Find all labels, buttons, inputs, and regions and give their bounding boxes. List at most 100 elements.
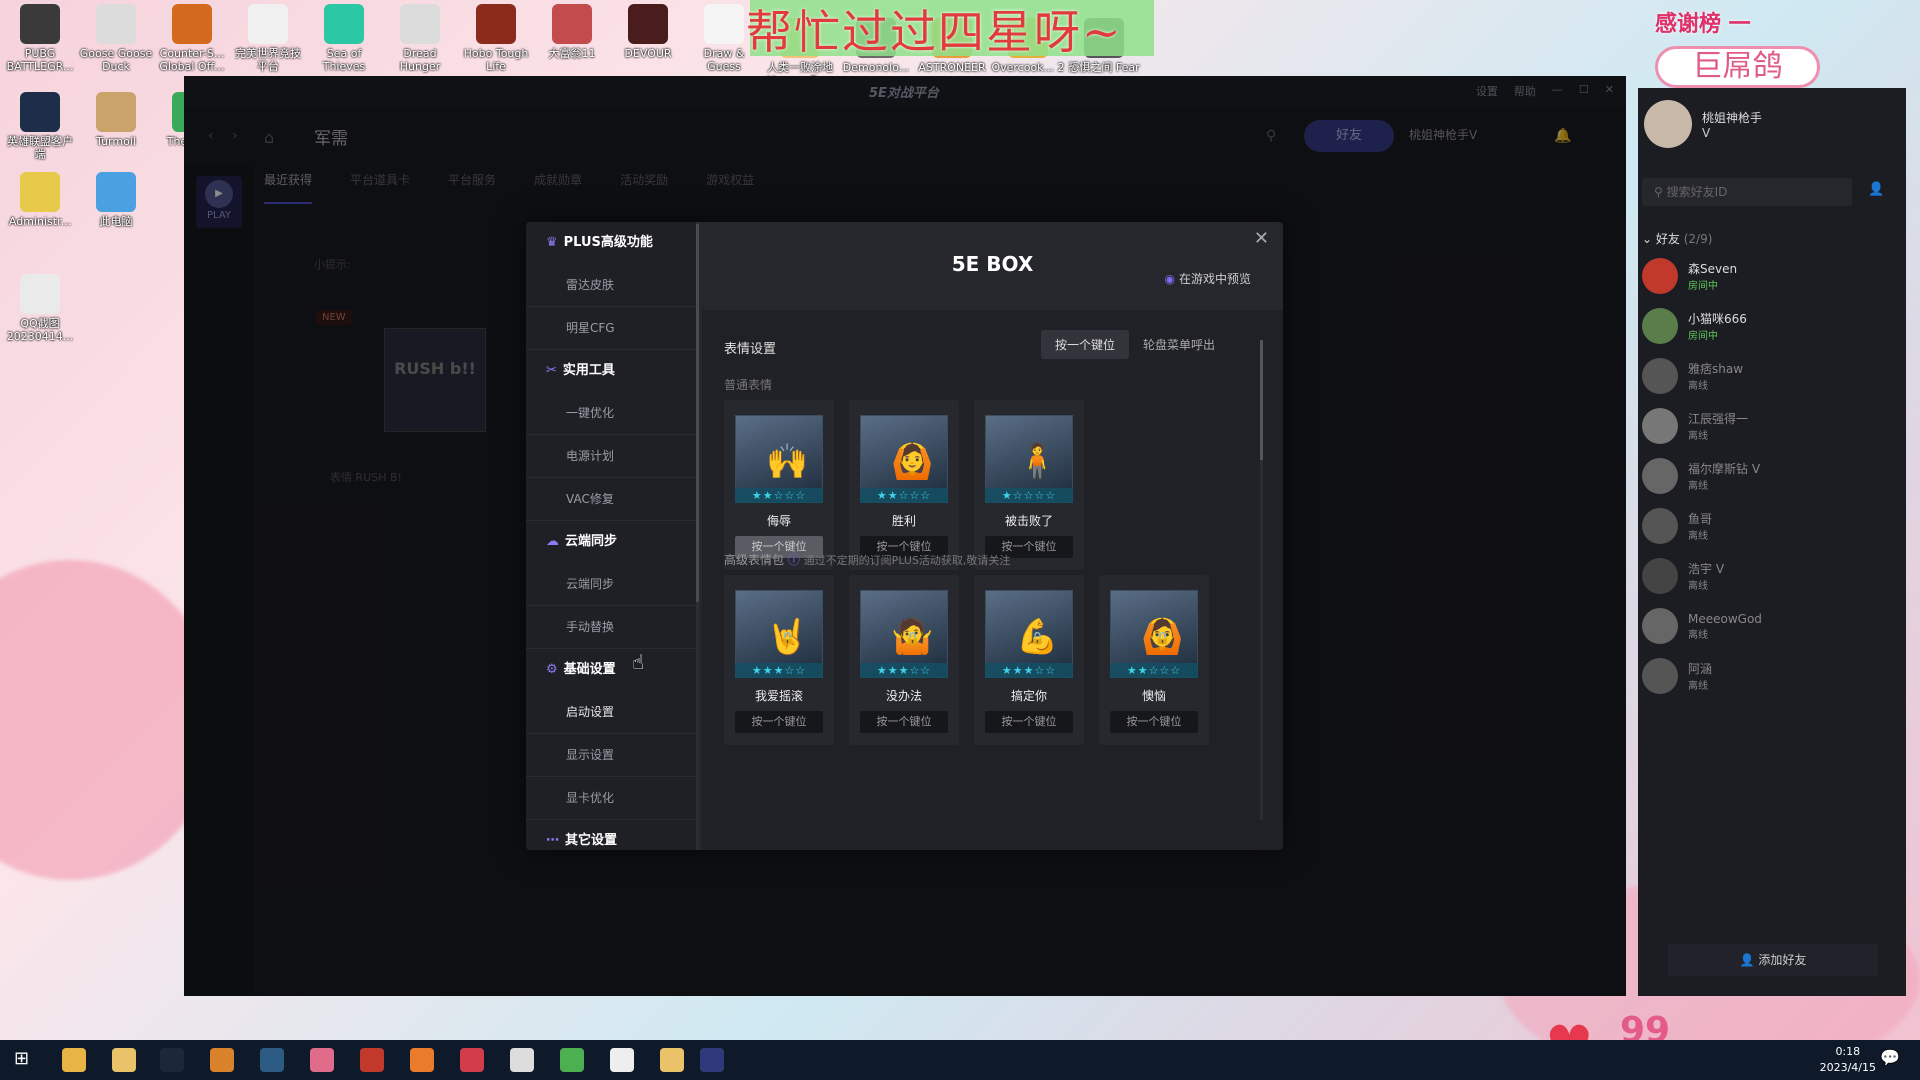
chrome-icon[interactable] bbox=[560, 1048, 584, 1072]
sidebar-item[interactable]: 电源计划 bbox=[526, 435, 698, 478]
app-icon[interactable] bbox=[410, 1048, 434, 1072]
desktop-icon[interactable]: DEVOUR bbox=[610, 0, 686, 60]
close-icon[interactable]: ✕ bbox=[1254, 228, 1269, 249]
bind-key-button[interactable]: 按一个键位 bbox=[1110, 711, 1198, 733]
desktop-icon[interactable]: Counter-S... Global Off... bbox=[154, 0, 230, 73]
premium-emotes-label: 高级表情包 ⓘ 通过不定期的订阅PLUS活动获取,敬请关注 bbox=[724, 551, 1010, 568]
friend-item[interactable]: 阿涵 离线 bbox=[1642, 658, 1712, 694]
friend-item[interactable]: 浩宇 V 离线 bbox=[1642, 558, 1724, 594]
friend-item[interactable]: 江辰强得一 离线 bbox=[1642, 408, 1748, 444]
emote-figure: 🙆 bbox=[891, 442, 934, 482]
file-explorer-icon[interactable] bbox=[62, 1048, 86, 1072]
sidebar-item[interactable]: 明星CFG bbox=[526, 307, 698, 350]
friend-item[interactable]: 福尔摩斯钻 V 离线 bbox=[1642, 458, 1760, 494]
mode-single-key[interactable]: 按一个键位 bbox=[1040, 330, 1129, 359]
sidebar-item[interactable]: 手动替换 bbox=[526, 606, 698, 649]
desktop-icon[interactable]: 大富翁11 bbox=[534, 0, 610, 60]
windows-start-icon[interactable]: ⊞ bbox=[14, 1048, 38, 1072]
shortcut-icon bbox=[400, 4, 440, 44]
shortcut-icon bbox=[324, 4, 364, 44]
app-icon[interactable] bbox=[210, 1048, 234, 1072]
sidebar-section: ✂ 实用工具 bbox=[526, 350, 698, 392]
friends-group[interactable]: ⌄ 好友 (2/9) bbox=[1642, 230, 1712, 247]
app-icon[interactable] bbox=[310, 1048, 334, 1072]
friend-item[interactable]: MeeeowGod 离线 bbox=[1642, 608, 1762, 644]
preview-button[interactable]: ◉ 在游戏中预览 bbox=[1165, 270, 1252, 287]
premium-title: 高级表情包 bbox=[724, 553, 785, 567]
app-icon[interactable] bbox=[112, 1048, 136, 1072]
notification-icon[interactable]: 💬 bbox=[1880, 1048, 1904, 1072]
sidebar-item[interactable]: 显卡优化 bbox=[526, 777, 698, 820]
sidebar-item[interactable]: 雷达皮肤 bbox=[526, 264, 698, 307]
mode-wheel-menu[interactable]: 轮盘菜单呼出 bbox=[1129, 330, 1229, 359]
emote-name: 胜利 bbox=[891, 514, 916, 528]
steam-icon[interactable] bbox=[160, 1048, 184, 1072]
5e-icon[interactable] bbox=[700, 1048, 724, 1072]
friend-name: 浩宇 V bbox=[1688, 562, 1725, 576]
emote-name: 没办法 bbox=[885, 689, 922, 703]
tools-icon: ✂ bbox=[546, 363, 557, 378]
desktop-icon[interactable]: Goose Goose Duck bbox=[78, 0, 154, 73]
app-icon[interactable] bbox=[660, 1048, 684, 1072]
my-profile[interactable]: 桃姐神枪手 V bbox=[1644, 100, 1762, 148]
emote-card[interactable]: 🧍 ★☆☆☆☆ 被击败了 按一个键位 bbox=[974, 400, 1084, 570]
desktop-icon[interactable]: Dread Hunger bbox=[382, 0, 458, 73]
avatar bbox=[1642, 258, 1678, 294]
emote-card[interactable]: 💪 🔒 ★★★☆☆ 搞定你 按一个键位 bbox=[974, 575, 1084, 745]
sidebar-scrollbar[interactable] bbox=[696, 224, 699, 602]
group-label: 好友 bbox=[1655, 232, 1680, 246]
shortcut-icon bbox=[552, 4, 592, 44]
desktop-icon[interactable]: QQ截图 20230414... bbox=[2, 270, 78, 343]
app-icon[interactable] bbox=[610, 1048, 634, 1072]
sidebar-item[interactable]: VAC修复 bbox=[526, 478, 698, 521]
content-scrollbar[interactable] bbox=[1260, 340, 1263, 820]
desktop-icon[interactable]: Sea of Thieves bbox=[306, 0, 382, 73]
friends-panel: 桃姐神枪手 V ⚲ 搜索好友ID 👤 ⌄ 好友 (2/9) 森Seven 房间中小… bbox=[1638, 88, 1906, 996]
desktop-icon[interactable]: Hobo Tough Life bbox=[458, 0, 534, 73]
desktop-icon[interactable]: 英雄联盟客户端 bbox=[2, 88, 78, 161]
sidebar-label: 明星CFG bbox=[566, 321, 615, 335]
avatar bbox=[1642, 658, 1678, 694]
preview-label: 在游戏中预览 bbox=[1178, 272, 1251, 286]
sidebar-item[interactable]: 一键优化 bbox=[526, 392, 698, 435]
sidebar-item[interactable]: 云端同步 bbox=[526, 563, 698, 606]
netease-icon[interactable] bbox=[460, 1048, 484, 1072]
bind-key-button[interactable]: 按一个键位 bbox=[860, 711, 948, 733]
emote-name: 侮辱 bbox=[766, 514, 791, 528]
app-icon[interactable] bbox=[510, 1048, 534, 1072]
desktop-icon[interactable]: PUBG BATTLEGR... bbox=[2, 0, 78, 73]
friend-name: 鱼哥 bbox=[1688, 512, 1713, 526]
banner-text: 帮忙过过四星呀~ bbox=[746, 5, 1123, 59]
emote-card[interactable]: 🙌 ★★☆☆☆ 侮辱 按一个键位 bbox=[724, 400, 834, 570]
sidebar-label: 电源计划 bbox=[566, 449, 615, 463]
add-friend-button[interactable]: 👤 添加好友 bbox=[1668, 944, 1878, 976]
info-icon: ⓘ bbox=[787, 553, 800, 567]
friend-item[interactable]: 雅痞shaw 离线 bbox=[1642, 358, 1743, 394]
friend-status: 离线 bbox=[1688, 381, 1708, 392]
bind-mode-toggle: 按一个键位 轮盘菜单呼出 bbox=[1040, 330, 1229, 359]
emote-card[interactable]: 🙆 ★★☆☆☆ 胜利 按一个键位 bbox=[849, 400, 959, 570]
clock[interactable]: 0:18 2023/4/15 bbox=[1820, 1044, 1876, 1076]
sidebar-item[interactable]: 显示设置 bbox=[526, 734, 698, 777]
desktop-icon[interactable]: Turmoil bbox=[78, 88, 154, 148]
sidebar-section: ⚙ 基础设置 bbox=[526, 649, 698, 691]
avatar bbox=[1642, 458, 1678, 494]
emote-card[interactable]: 🙆 🔒 ★★☆☆☆ 懊恼 按一个键位 bbox=[1099, 575, 1209, 745]
friend-item[interactable]: 小猫咪666 房间中 bbox=[1642, 308, 1747, 344]
emote-card[interactable]: 🤷 🔒 ★★★☆☆ 没办法 按一个键位 bbox=[849, 575, 959, 745]
app-icon[interactable] bbox=[360, 1048, 384, 1072]
desktop-icon[interactable]: 此电脑 bbox=[78, 168, 154, 228]
bind-key-button[interactable]: 按一个键位 bbox=[985, 711, 1073, 733]
desktop-icon[interactable]: 完美世界竞技平台 bbox=[230, 0, 306, 73]
friend-search-input[interactable]: ⚲ 搜索好友ID bbox=[1642, 178, 1852, 206]
shortcut-icon bbox=[20, 172, 60, 212]
desktop-icon[interactable]: Administr... bbox=[2, 168, 78, 228]
add-user-icon[interactable]: 👤 bbox=[1868, 182, 1884, 197]
sidebar-item[interactable]: 启动设置 bbox=[526, 691, 698, 734]
friend-item[interactable]: 森Seven 房间中 bbox=[1642, 258, 1737, 294]
bind-key-button[interactable]: 按一个键位 bbox=[735, 711, 823, 733]
friend-item[interactable]: 鱼哥 离线 bbox=[1642, 508, 1712, 544]
taskbar: ⊞ 0:18 2023/4/15 💬 bbox=[0, 1040, 1920, 1080]
emote-card[interactable]: 🤘 🔒 ★★★☆☆ 我爱摇滚 按一个键位 bbox=[724, 575, 834, 745]
app-icon[interactable] bbox=[260, 1048, 284, 1072]
